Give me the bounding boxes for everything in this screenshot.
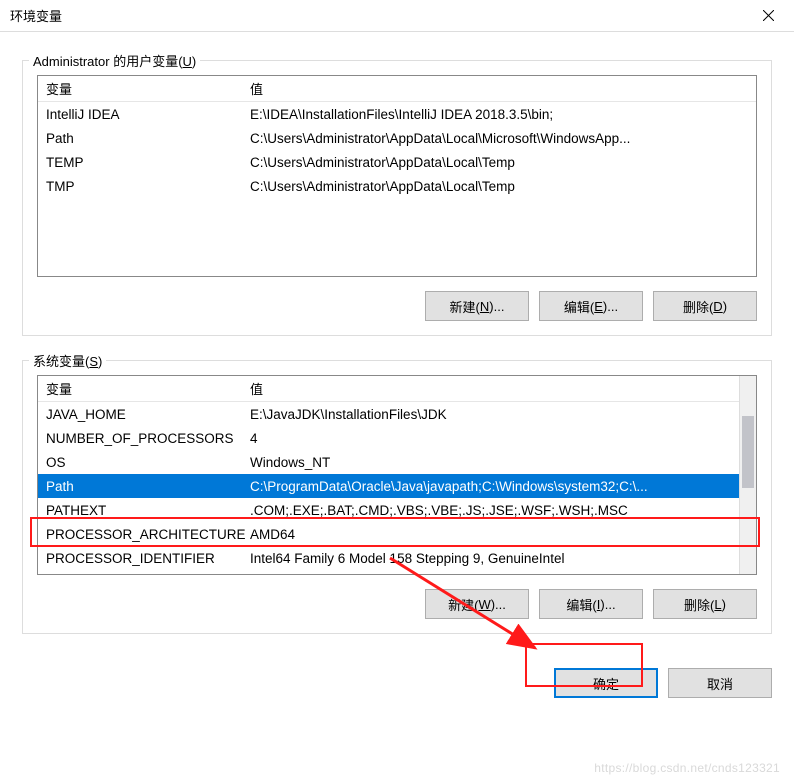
- system-variables-group: 系统变量(S) 变量 值 JAVA_HOME E:\JavaJDK\Instal…: [22, 360, 772, 634]
- table-row[interactable]: PATHEXT .COM;.EXE;.BAT;.CMD;.VBS;.VBE;.J…: [38, 498, 739, 522]
- window-title: 环境变量: [10, 6, 752, 25]
- table-header: 变量 值: [38, 376, 739, 402]
- system-variables-label: 系统变量(S): [29, 351, 106, 370]
- header-value: 值: [246, 79, 756, 98]
- new-sys-var-button[interactable]: 新建(W)...: [425, 589, 529, 619]
- delete-sys-var-button[interactable]: 删除(L): [653, 589, 757, 619]
- table-row[interactable]: OS Windows_NT: [38, 450, 739, 474]
- header-value: 值: [246, 379, 739, 398]
- table-row-selected[interactable]: Path C:\ProgramData\Oracle\Java\javapath…: [38, 474, 739, 498]
- scrollbar[interactable]: [739, 376, 756, 574]
- table-row[interactable]: PROCESSOR_ARCHITECTURE AMD64: [38, 522, 739, 546]
- delete-user-var-button[interactable]: 删除(D): [653, 291, 757, 321]
- ok-button[interactable]: 确定: [554, 668, 658, 698]
- edit-user-var-button[interactable]: 编辑(E)...: [539, 291, 643, 321]
- user-variables-group: Administrator 的用户变量(U) 变量 值 IntelliJ IDE…: [22, 60, 772, 336]
- titlebar: 环境变量: [0, 0, 794, 32]
- user-variables-label: Administrator 的用户变量(U): [29, 51, 200, 70]
- dialog-footer: 确定 取消: [0, 664, 794, 712]
- user-variables-table[interactable]: 变量 值 IntelliJ IDEA E:\IDEA\InstallationF…: [37, 75, 757, 277]
- system-variables-buttons: 新建(W)... 编辑(I)... 删除(L): [37, 589, 757, 619]
- watermark: https://blog.csdn.net/cnds123321: [594, 761, 780, 775]
- table-row[interactable]: TMP C:\Users\Administrator\AppData\Local…: [38, 174, 756, 198]
- new-user-var-button[interactable]: 新建(N)...: [425, 291, 529, 321]
- table-row[interactable]: IntelliJ IDEA E:\IDEA\InstallationFiles\…: [38, 102, 756, 126]
- table-header: 变量 值: [38, 76, 756, 102]
- table-row[interactable]: JAVA_HOME E:\JavaJDK\InstallationFiles\J…: [38, 402, 739, 426]
- close-icon[interactable]: [752, 0, 784, 32]
- table-row[interactable]: TEMP C:\Users\Administrator\AppData\Loca…: [38, 150, 756, 174]
- header-name: 变量: [38, 79, 246, 98]
- scrollbar-thumb[interactable]: [742, 416, 754, 488]
- table-row[interactable]: Path C:\Users\Administrator\AppData\Loca…: [38, 126, 756, 150]
- dialog-body: Administrator 的用户变量(U) 变量 值 IntelliJ IDE…: [0, 32, 794, 664]
- system-variables-table[interactable]: 变量 值 JAVA_HOME E:\JavaJDK\InstallationFi…: [37, 375, 757, 575]
- header-name: 变量: [38, 379, 246, 398]
- table-row[interactable]: NUMBER_OF_PROCESSORS 4: [38, 426, 739, 450]
- table-row[interactable]: PROCESSOR_IDENTIFIER Intel64 Family 6 Mo…: [38, 546, 739, 570]
- edit-sys-var-button[interactable]: 编辑(I)...: [539, 589, 643, 619]
- cancel-button[interactable]: 取消: [668, 668, 772, 698]
- user-variables-buttons: 新建(N)... 编辑(E)... 删除(D): [37, 291, 757, 321]
